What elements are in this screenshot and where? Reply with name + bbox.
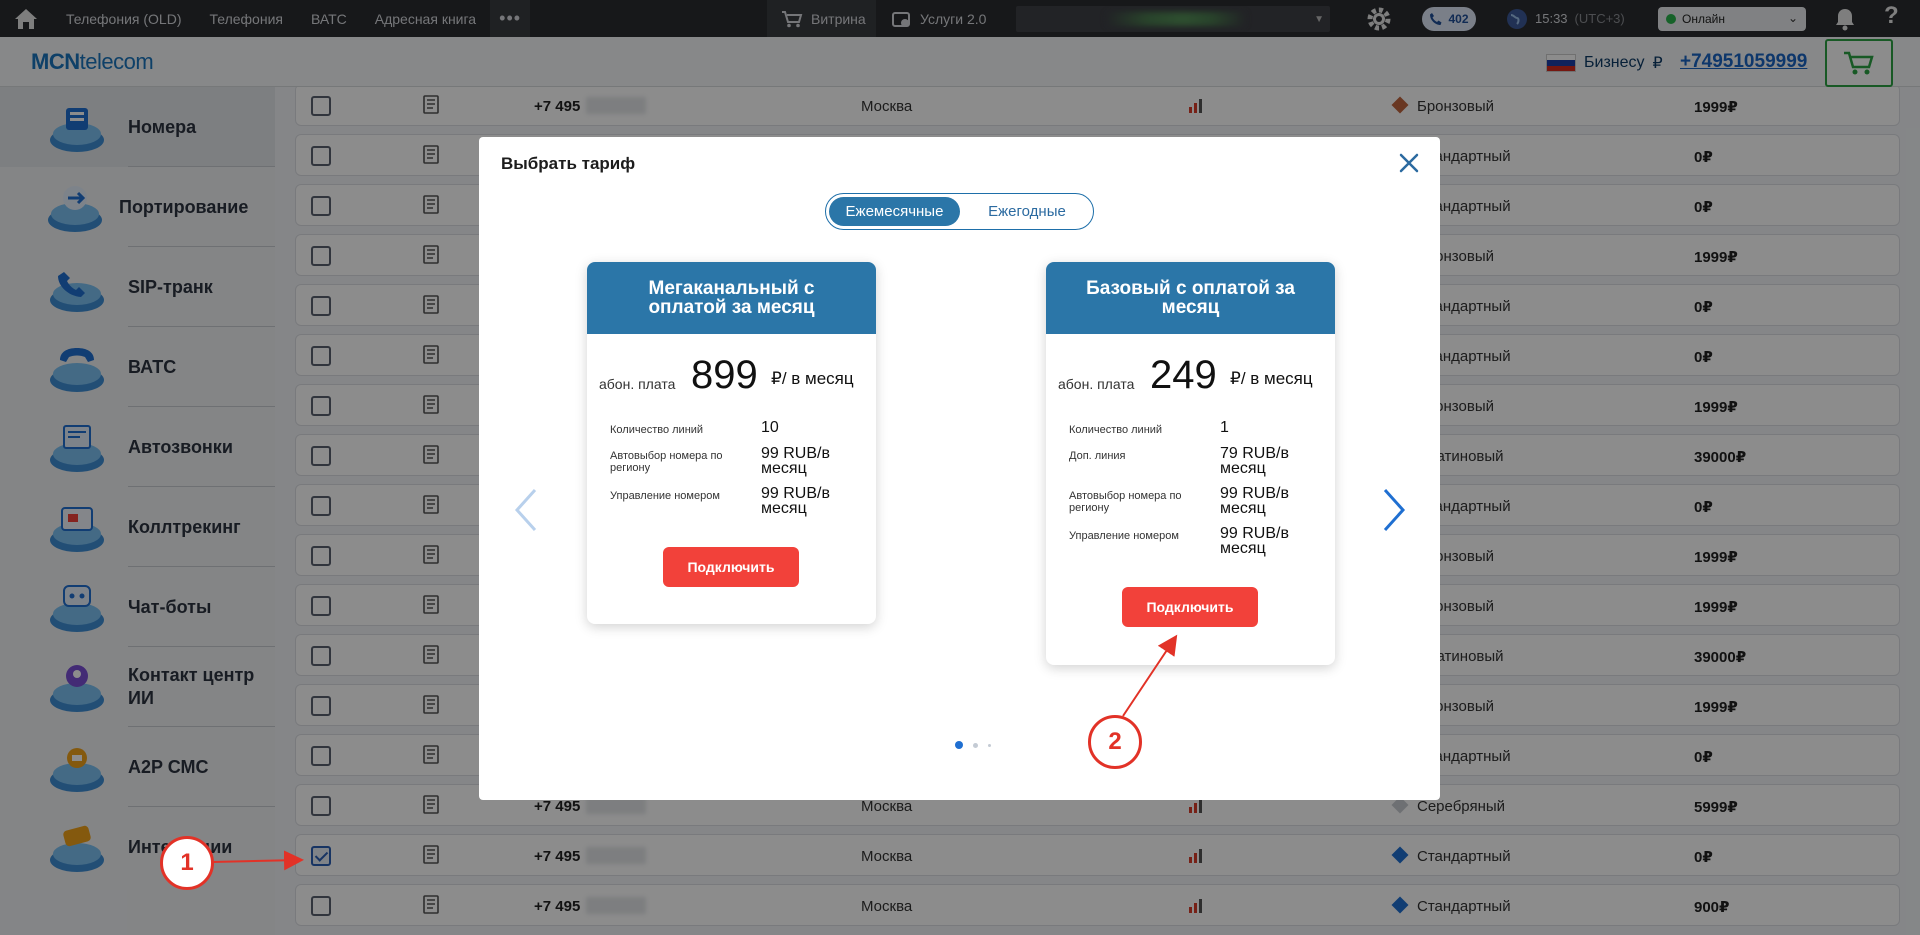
tariff-card-title: Мегаканальный с оплатой за месяц bbox=[587, 262, 876, 334]
toggle-monthly[interactable]: Ежемесячные bbox=[829, 197, 960, 226]
toggle-yearly[interactable]: Ежегодные bbox=[962, 197, 1092, 226]
feature-key: Количество линий bbox=[610, 424, 704, 436]
feature-value: 10 bbox=[761, 419, 779, 436]
feature-value: 99 RUB/в месяц bbox=[761, 485, 830, 517]
tariff-price: абон. плата 899 ₽/ в месяц bbox=[587, 334, 876, 414]
tariff-card: Мегаканальный с оплатой за месяц абон. п… bbox=[587, 262, 876, 624]
feature-key: Управление номером bbox=[610, 490, 720, 502]
tariff-card: Базовый с оплатой за месяц абон. плата 2… bbox=[1046, 262, 1335, 665]
carousel-pagination bbox=[955, 741, 991, 749]
feature-value: 99 RUB/в месяц bbox=[1220, 485, 1289, 517]
feature-key: Управление номером bbox=[1069, 530, 1179, 542]
tariff-feature: Автовыбор номера по региону 99 RUB/в мес… bbox=[587, 440, 876, 480]
billing-period-toggle: Ежемесячные Ежегодные bbox=[825, 193, 1094, 230]
tariff-feature: Автовыбор номера по региону 99 RUB/в мес… bbox=[1046, 480, 1335, 520]
tariff-modal: Выбрать тариф Ежемесячные Ежегодные Мега… bbox=[479, 137, 1440, 800]
feature-key: Доп. линия bbox=[1069, 450, 1126, 462]
carousel-next-arrow-icon[interactable] bbox=[1381, 486, 1409, 534]
price-label: абон. плата bbox=[599, 376, 676, 392]
tariff-feature: Управление номером 99 RUB/в месяц bbox=[1046, 520, 1335, 560]
tariff-feature: Доп. линия 79 RUB/в месяц bbox=[1046, 440, 1335, 480]
modal-title: Выбрать тариф bbox=[501, 154, 636, 173]
tariff-feature: Количество линий 10 bbox=[587, 414, 876, 440]
close-icon[interactable] bbox=[1397, 151, 1421, 175]
price-period: ₽/ в месяц bbox=[771, 369, 854, 388]
annotation-badge-2: 2 bbox=[1088, 715, 1142, 769]
price-amount: 899 bbox=[691, 353, 758, 397]
feature-key: Автовыбор номера по региону bbox=[610, 450, 723, 474]
feature-value: 99 RUB/в месяц bbox=[1220, 525, 1289, 557]
pagination-dot[interactable] bbox=[973, 742, 978, 748]
pagination-dot[interactable] bbox=[988, 743, 991, 747]
tariff-price: абон. плата 249 ₽/ в месяц bbox=[1046, 334, 1335, 414]
tariff-feature: Количество линий 1 bbox=[1046, 414, 1335, 440]
feature-key: Автовыбор номера по региону bbox=[1069, 490, 1182, 514]
tariff-card-title: Базовый с оплатой за месяц bbox=[1046, 262, 1335, 334]
pagination-dot-active[interactable] bbox=[955, 741, 963, 749]
price-label: абон. плата bbox=[1058, 376, 1135, 392]
feature-value: 1 bbox=[1220, 419, 1229, 436]
tariff-feature: Управление номером 99 RUB/в месяц bbox=[587, 480, 876, 520]
price-amount: 249 bbox=[1150, 353, 1217, 397]
annotation-badge-1: 1 bbox=[160, 836, 214, 890]
carousel-prev-arrow-icon[interactable] bbox=[511, 486, 539, 534]
feature-key: Количество линий bbox=[1069, 424, 1163, 436]
price-period: ₽/ в месяц bbox=[1230, 369, 1313, 388]
connect-button[interactable]: Подключить bbox=[1122, 587, 1258, 627]
connect-button[interactable]: Подключить bbox=[663, 547, 799, 587]
feature-value: 79 RUB/в месяц bbox=[1220, 445, 1289, 477]
feature-value: 99 RUB/в месяц bbox=[761, 445, 830, 477]
